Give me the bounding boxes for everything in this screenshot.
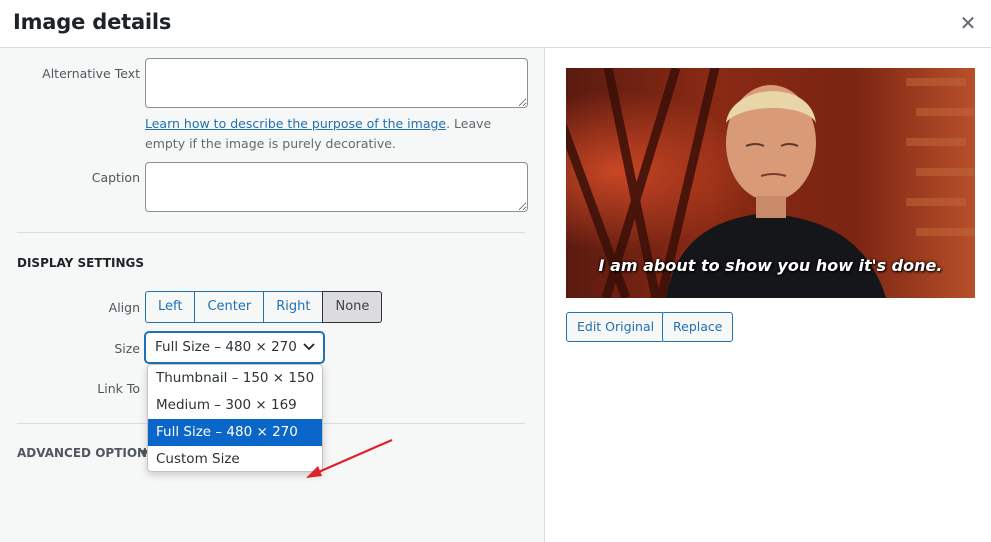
size-dropdown: Thumbnail – 150 × 150 Medium – 300 × 169… [147,364,323,472]
settings-panel: Alternative Text Learn how to describe t… [0,48,545,542]
size-select-value: Full Size – 480 × 270 [155,339,297,355]
advanced-options-toggle[interactable]: ADVANCED OPTIONS [17,446,156,460]
align-none-button[interactable]: None [322,291,383,323]
link-to-label: Link To [97,381,140,396]
image-preview: I am about to show you how it's done. [566,68,975,298]
edit-original-button[interactable]: Edit Original [566,312,666,342]
alt-text-field[interactable] [145,58,528,108]
align-button-group: Left Center Right None [145,291,383,323]
size-option-thumbnail[interactable]: Thumbnail – 150 × 150 [148,365,322,392]
divider [17,232,525,233]
dialog-header: Image details ✕ [0,0,991,48]
size-label: Size [114,341,140,356]
alt-text-label: Alternative Text [42,66,140,81]
alt-text-help: Learn how to describe the purpose of the… [145,114,530,154]
image-details-dialog: Image details ✕ Alternative Text Learn h… [0,0,991,542]
alt-text-help-link[interactable]: Learn how to describe the purpose of the… [145,116,446,131]
video-subtitle: I am about to show you how it's done. [598,256,943,275]
display-settings-heading: DISPLAY SETTINGS [17,256,145,270]
size-option-medium[interactable]: Medium – 300 × 169 [148,392,322,419]
align-left-button[interactable]: Left [145,291,196,323]
caption-label: Caption [91,170,140,185]
align-right-button[interactable]: Right [263,291,324,323]
size-option-custom[interactable]: Custom Size [148,446,322,471]
size-option-full[interactable]: Full Size – 480 × 270 [148,419,322,446]
caption-field[interactable] [145,162,528,212]
replace-button[interactable]: Replace [662,312,734,342]
close-icon[interactable]: ✕ [959,12,977,34]
chevron-down-icon [303,343,315,351]
align-label: Align [108,300,140,315]
size-select[interactable]: Full Size – 480 × 270 [145,332,324,363]
dialog-title: Image details [13,10,172,34]
annotation-arrow-icon [306,438,393,478]
align-center-button[interactable]: Center [194,291,265,323]
preview-panel: I am about to show you how it's done. Ed… [546,48,991,542]
